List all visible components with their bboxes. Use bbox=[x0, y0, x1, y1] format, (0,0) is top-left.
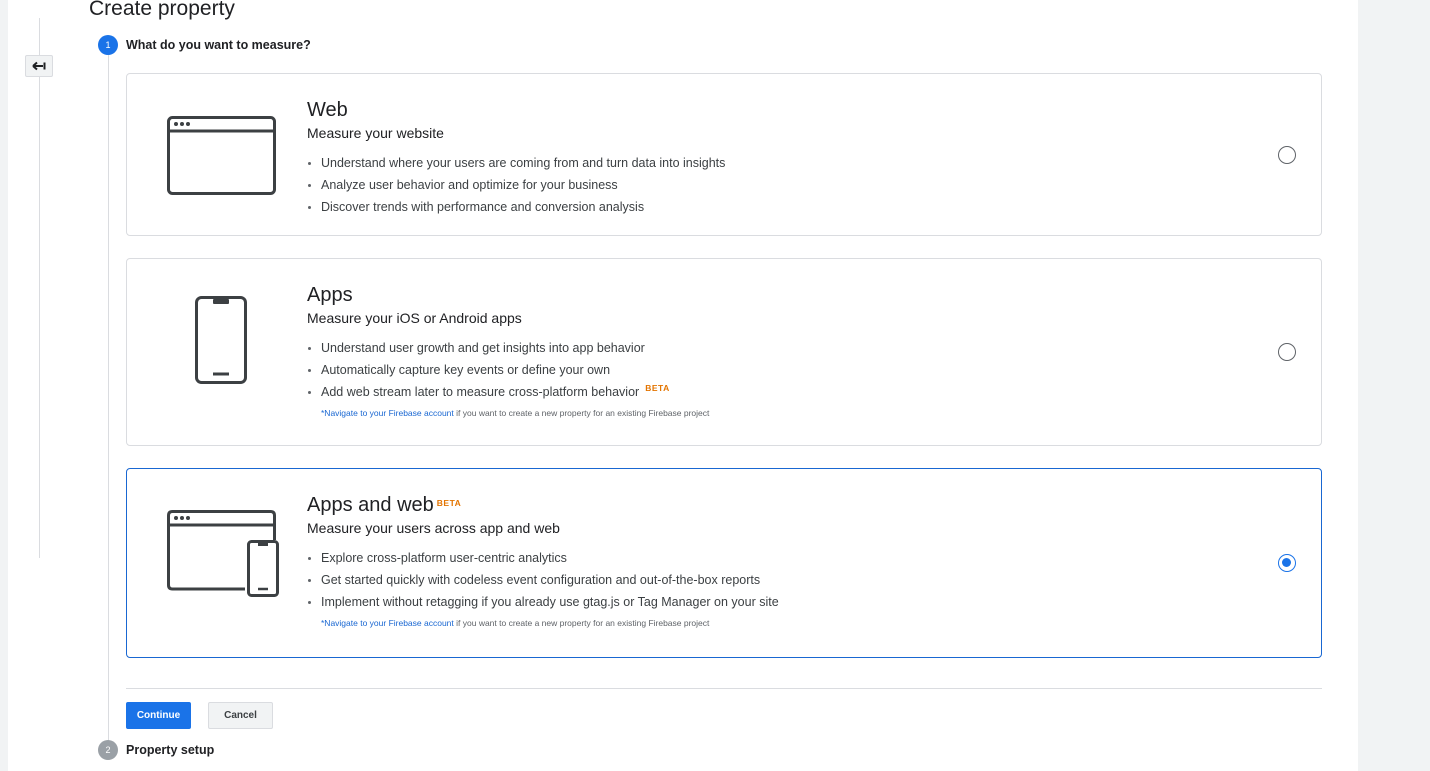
firebase-note-text: if you want to create a new property for… bbox=[453, 618, 710, 628]
step-2-indicator: 2 bbox=[98, 740, 118, 760]
rail-divider bbox=[39, 18, 40, 558]
page-panel: Create property 1 What do you want to me… bbox=[8, 0, 1358, 771]
radio-web[interactable] bbox=[1278, 146, 1296, 164]
option-card-apps-and-web[interactable]: Apps and web BETA Measure your users acro… bbox=[126, 468, 1322, 658]
cancel-button[interactable]: Cancel bbox=[208, 702, 273, 729]
firebase-note: *Navigate to your Firebase account if yo… bbox=[321, 617, 779, 629]
radio-apps-and-web[interactable] bbox=[1278, 554, 1296, 572]
beta-badge: BETA bbox=[645, 383, 670, 393]
option-card-apps[interactable]: Apps Measure your iOS or Android apps Un… bbox=[126, 258, 1322, 446]
option-title-text: Apps and web bbox=[307, 494, 434, 516]
step-1-indicator: 1 bbox=[98, 35, 118, 55]
actions-divider bbox=[126, 688, 1322, 689]
list-item-text: Add web stream later to measure cross-pl… bbox=[321, 385, 640, 399]
browser-window-icon bbox=[167, 116, 276, 195]
list-item: Explore cross-platform user-centric anal… bbox=[308, 547, 779, 569]
step-2-label: Property setup bbox=[126, 743, 215, 757]
page-title: Create property bbox=[89, 0, 235, 20]
option-title: Web bbox=[307, 99, 348, 121]
stepper-line bbox=[108, 55, 109, 745]
list-item: Analyze user behavior and optimize for y… bbox=[307, 174, 725, 196]
option-subtitle: Measure your users across app and web bbox=[307, 520, 560, 536]
list-item: Automatically capture key events or defi… bbox=[307, 359, 709, 381]
option-bullets: Understand user growth and get insights … bbox=[307, 337, 709, 403]
smartphone-icon bbox=[195, 296, 247, 384]
option-bullets: Understand where your users are coming f… bbox=[307, 152, 725, 218]
list-item: Get started quickly with codeless event … bbox=[308, 569, 779, 591]
arrow-back-icon bbox=[32, 61, 46, 71]
step-1-label: What do you want to measure? bbox=[126, 38, 311, 52]
list-item: Understand user growth and get insights … bbox=[307, 337, 709, 359]
list-item: Implement without retagging if you alrea… bbox=[308, 591, 779, 613]
option-subtitle: Measure your website bbox=[307, 125, 444, 141]
browser-and-phone-icon bbox=[167, 510, 279, 597]
option-subtitle: Measure your iOS or Android apps bbox=[307, 310, 522, 326]
option-bullets: Explore cross-platform user-centric anal… bbox=[307, 547, 779, 613]
list-item: Discover trends with performance and con… bbox=[307, 196, 725, 218]
firebase-note: *Navigate to your Firebase account if yo… bbox=[321, 407, 709, 419]
back-button[interactable] bbox=[25, 55, 53, 77]
firebase-note-text: if you want to create a new property for… bbox=[453, 408, 710, 418]
list-item: Understand where your users are coming f… bbox=[307, 152, 725, 174]
firebase-link[interactable]: *Navigate to your Firebase account bbox=[321, 408, 454, 418]
beta-badge: BETA bbox=[436, 498, 462, 508]
radio-apps[interactable] bbox=[1278, 343, 1296, 361]
option-title: Apps and web BETA bbox=[307, 493, 779, 517]
option-title: Apps bbox=[307, 284, 353, 306]
continue-button[interactable]: Continue bbox=[126, 702, 191, 729]
firebase-link[interactable]: *Navigate to your Firebase account bbox=[321, 618, 454, 628]
option-card-web[interactable]: Web Measure your website Understand wher… bbox=[126, 73, 1322, 236]
list-item: Add web stream later to measure cross-pl… bbox=[307, 381, 709, 403]
